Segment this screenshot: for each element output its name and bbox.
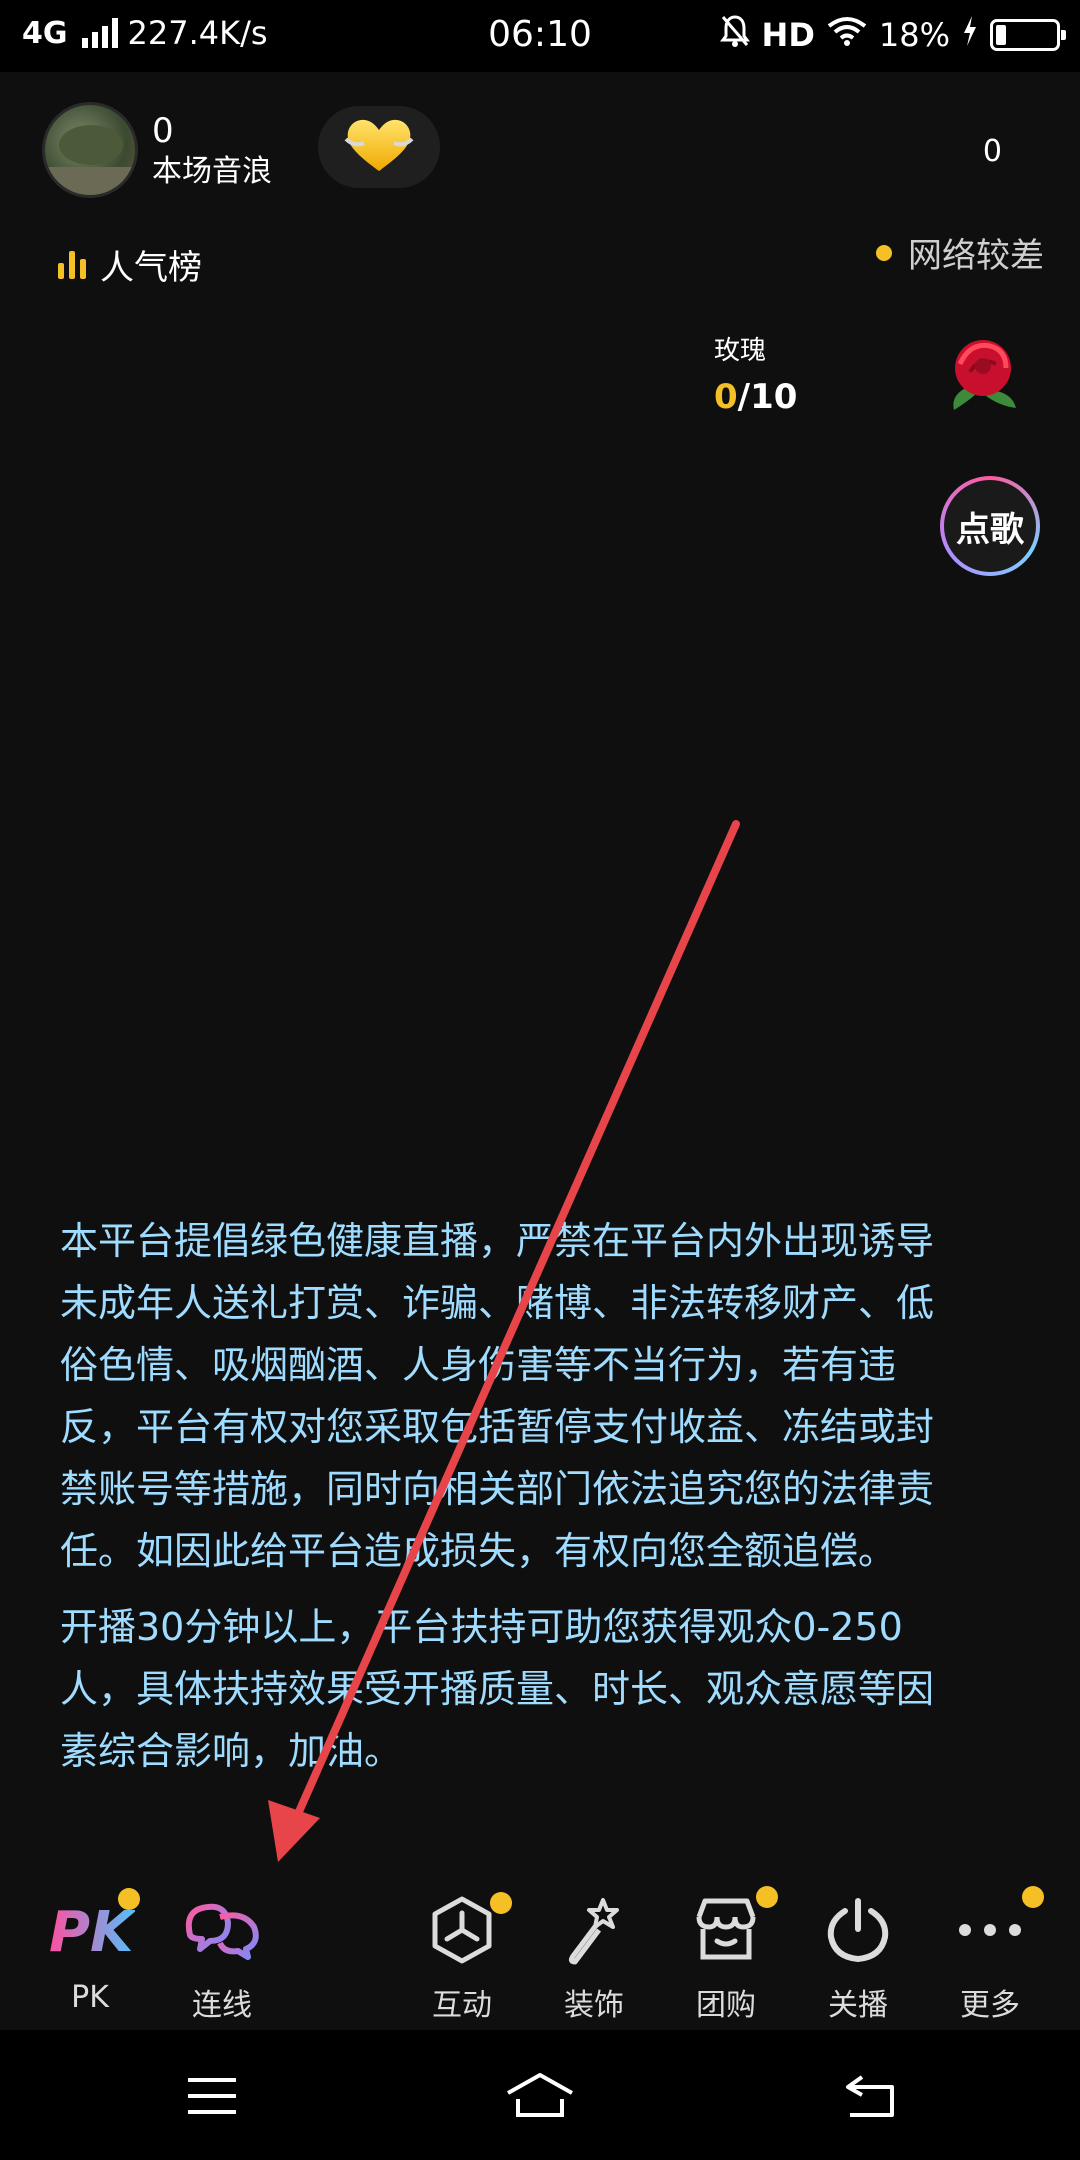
status-right: HD 18% [719, 14, 1066, 56]
status-bar: 4G 227.4K/s 06:10 HD 18% [0, 0, 1080, 72]
back-icon [846, 2075, 894, 2117]
more-button[interactable]: 更多 [930, 1880, 1050, 2024]
interact-label: 互动 [432, 1988, 492, 2023]
sound-wave-label: 本场音浪 [152, 153, 272, 189]
home-button[interactable] [500, 2066, 580, 2126]
host-info[interactable]: 0 本场音浪 [42, 102, 272, 198]
rose-current: 0 [714, 377, 738, 417]
rose-icon[interactable] [940, 334, 1026, 424]
link-label: 连线 [192, 1988, 252, 2023]
group-buy-label: 团购 [696, 1988, 756, 2023]
viewer-count[interactable]: 0 [983, 134, 1002, 169]
more-icon [930, 1880, 1050, 1980]
menu-button[interactable] [172, 2066, 252, 2126]
end-live-button[interactable]: 关播 [798, 1880, 918, 2024]
interact-button[interactable]: 互动 [402, 1880, 522, 2024]
rank-label: 人气榜 [100, 248, 202, 288]
svg-text:PK: PK [49, 1900, 135, 1965]
wifi-icon [827, 16, 867, 54]
menu-icon [188, 2078, 236, 2114]
heart-icon [344, 117, 414, 177]
network-status-label: 网络较差 [908, 236, 1044, 276]
fan-club-button[interactable] [318, 106, 440, 188]
magic-wand-icon [534, 1880, 654, 1980]
end-live-label: 关播 [828, 1988, 888, 2023]
interact-icon [402, 1880, 522, 1980]
system-nav-bar [0, 2030, 1080, 2160]
decorate-label: 装饰 [564, 1988, 624, 2023]
rose-task[interactable]: 玫瑰 0/10 [714, 330, 797, 417]
back-button[interactable] [830, 2066, 910, 2126]
link-button[interactable]: 连线 [162, 1880, 282, 2024]
rose-task-label: 玫瑰 [714, 336, 767, 366]
group-buy-button[interactable]: 团购 [666, 1880, 786, 2024]
pk-icon: PK [30, 1880, 150, 1980]
bottom-toolbar: PK PK 连线 互动 装饰 团购 关播 更多 [0, 1880, 1080, 2030]
power-icon [798, 1880, 918, 1980]
hd-label: HD [761, 16, 815, 54]
battery-icon [990, 19, 1066, 51]
live-room: 0 本场音浪 0 人气榜 网络较差 玫瑰 0/10 点歌 本平台提倡绿色健康直播… [0, 72, 1080, 2032]
battery-percent: 18% [878, 16, 950, 54]
group-buy-notification-dot [756, 1886, 778, 1908]
sound-wave: 0 本场音浪 [152, 110, 272, 190]
rose-target: 10 [750, 377, 798, 417]
popularity-rank[interactable]: 人气榜 [58, 240, 202, 289]
network-status: 网络较差 [876, 228, 1044, 277]
song-request-label: 点歌 [944, 480, 1036, 572]
charging-icon [962, 16, 978, 54]
pk-button[interactable]: PK PK [30, 1880, 150, 2015]
rose-task-progress: 0/10 [714, 377, 797, 417]
more-notification-dot [1022, 1886, 1044, 1908]
home-icon [507, 2073, 573, 2117]
interact-notification-dot [490, 1892, 512, 1914]
link-icon [162, 1880, 282, 1980]
store-icon [666, 1880, 786, 1980]
notice-paragraph-2: 开播30分钟以上，平台扶持可助您获得观众0-250人，具体扶持效果受开播质量、时… [60, 1605, 935, 1773]
more-label: 更多 [960, 1988, 1020, 2023]
rank-icon [58, 250, 86, 279]
sound-wave-count: 0 [152, 111, 174, 151]
pk-notification-dot [118, 1888, 140, 1910]
mute-icon [719, 14, 750, 56]
platform-notice: 本平台提倡绿色健康直播，严禁在平台内外出现诱导未成年人送礼打赏、诈骗、赌博、非法… [60, 1210, 960, 1796]
pk-label: PK [71, 1980, 109, 2015]
notice-paragraph-1: 本平台提倡绿色健康直播，严禁在平台内外出现诱导未成年人送礼打赏、诈骗、赌博、非法… [60, 1219, 935, 1573]
decorate-button[interactable]: 装饰 [534, 1880, 654, 2024]
rose-separator: / [737, 377, 751, 417]
song-request-button[interactable]: 点歌 [940, 476, 1040, 576]
avatar[interactable] [42, 102, 138, 198]
network-dot-icon [876, 244, 892, 261]
